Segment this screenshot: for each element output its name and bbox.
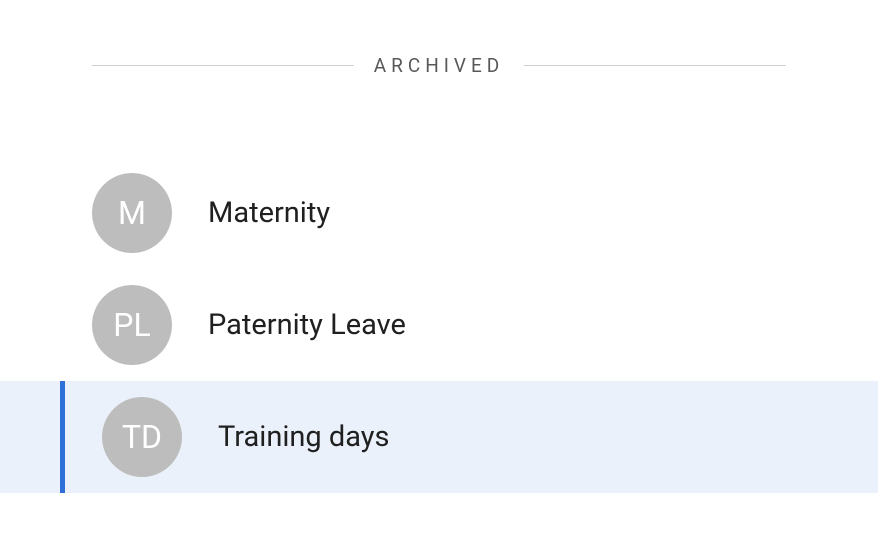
avatar: M [92,173,172,253]
avatar: TD [102,397,182,477]
archived-list: M Maternity PL Paternity Leave TD Traini… [0,157,878,493]
section-header: ARCHIVED [92,54,786,77]
avatar: PL [92,285,172,365]
list-item-paternity-leave[interactable]: PL Paternity Leave [0,269,878,381]
divider-right [524,65,786,66]
archived-section: ARCHIVED M Maternity PL Paternity Leave … [0,0,878,493]
list-item-label: Training days [218,420,390,454]
section-title: ARCHIVED [354,54,525,77]
divider-left [92,65,354,66]
list-item-maternity[interactable]: M Maternity [0,157,878,269]
list-item-training-days[interactable]: TD Training days [0,381,878,493]
list-item-label: Paternity Leave [208,308,406,342]
list-item-label: Maternity [208,196,330,230]
